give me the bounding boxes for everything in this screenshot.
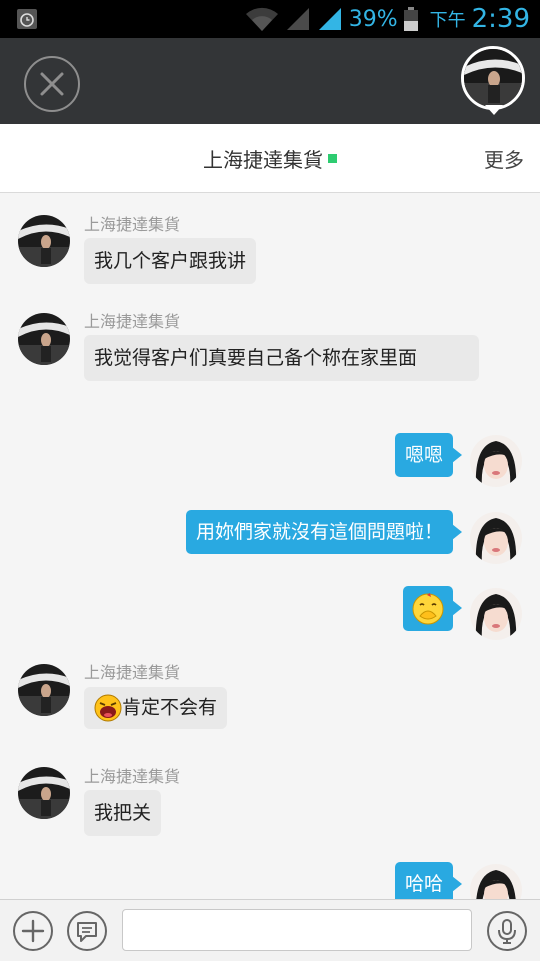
voice-input-button[interactable] <box>487 911 527 951</box>
signal-icon-2 <box>318 8 341 30</box>
message-bubble[interactable] <box>403 586 462 631</box>
message-text: 我觉得客户们真要自己备个称在家里面 <box>94 347 418 369</box>
message-text: 我几个客户跟我讲 <box>94 250 247 272</box>
input-bar <box>0 899 540 961</box>
more-button[interactable]: 更多 <box>484 144 524 173</box>
online-status-indicator <box>328 153 337 163</box>
status-bar: 39% 下午 2:39 <box>0 0 540 38</box>
chat-title: 上海捷達集貨 <box>203 147 323 172</box>
battery-percent: 39% <box>348 6 398 32</box>
sender-avatar[interactable] <box>18 313 70 365</box>
my-avatar[interactable] <box>470 512 522 564</box>
signal-icon-1 <box>286 8 309 30</box>
message-bubble[interactable]: 我觉得客户们真要自己备个称在家里面 <box>84 335 479 381</box>
chat-message-list[interactable]: 上海捷達集貨 我几个客户跟我讲 上海捷達集貨 我觉得客户们真要自己备个称在家里面… <box>0 193 540 899</box>
message-text: 我把关 <box>94 802 152 824</box>
message-bubble[interactable]: 用妳們家就沒有這個問題啦！ <box>185 510 463 554</box>
chat-title-bar: 上海捷達集貨 更多 <box>0 124 540 193</box>
my-avatar[interactable] <box>470 588 522 640</box>
message-text: 肯定不会有 <box>122 696 218 719</box>
avatar-pointer <box>485 105 503 115</box>
close-icon <box>40 72 64 96</box>
alarm-icon <box>17 9 37 29</box>
clock-ampm: 下午 <box>429 10 466 31</box>
message-input[interactable] <box>122 909 472 951</box>
contact-avatar[interactable] <box>461 46 525 110</box>
microphone-icon <box>498 919 516 944</box>
sender-name: 上海捷達集貨 <box>84 312 181 331</box>
message-text: 哈哈 <box>404 873 443 895</box>
quick-reply-button[interactable] <box>67 911 107 951</box>
battery-icon <box>403 7 418 31</box>
message-bubble[interactable]: 我几个客户跟我讲 <box>84 238 257 284</box>
sender-avatar[interactable] <box>18 767 70 819</box>
clock-time: 2:39 <box>471 4 530 34</box>
add-button[interactable] <box>13 911 53 951</box>
wifi-icon <box>245 7 278 31</box>
message-bubble[interactable]: 肯定不会有 <box>84 687 228 729</box>
sender-avatar[interactable] <box>18 664 70 716</box>
sender-avatar[interactable] <box>18 215 70 267</box>
sender-name: 上海捷達集貨 <box>84 663 181 682</box>
my-avatar[interactable] <box>470 435 522 487</box>
message-bubble[interactable]: 我把关 <box>84 790 162 836</box>
message-text: 嗯嗯 <box>404 444 443 466</box>
top-bar <box>0 38 540 124</box>
covering-mouth-emoji-icon <box>412 593 444 625</box>
shouting-emoji-icon <box>94 694 122 722</box>
message-bubble[interactable]: 嗯嗯 <box>394 433 463 477</box>
message-text: 用妳們家就沒有這個問題啦！ <box>195 521 443 543</box>
my-avatar[interactable] <box>470 864 522 899</box>
plus-icon <box>21 919 45 943</box>
sender-name: 上海捷達集貨 <box>84 767 181 786</box>
close-button[interactable] <box>24 56 80 112</box>
sender-name: 上海捷達集貨 <box>84 215 181 234</box>
message-bubble[interactable]: 哈哈 <box>394 862 463 899</box>
chat-bubble-icon <box>77 922 97 942</box>
